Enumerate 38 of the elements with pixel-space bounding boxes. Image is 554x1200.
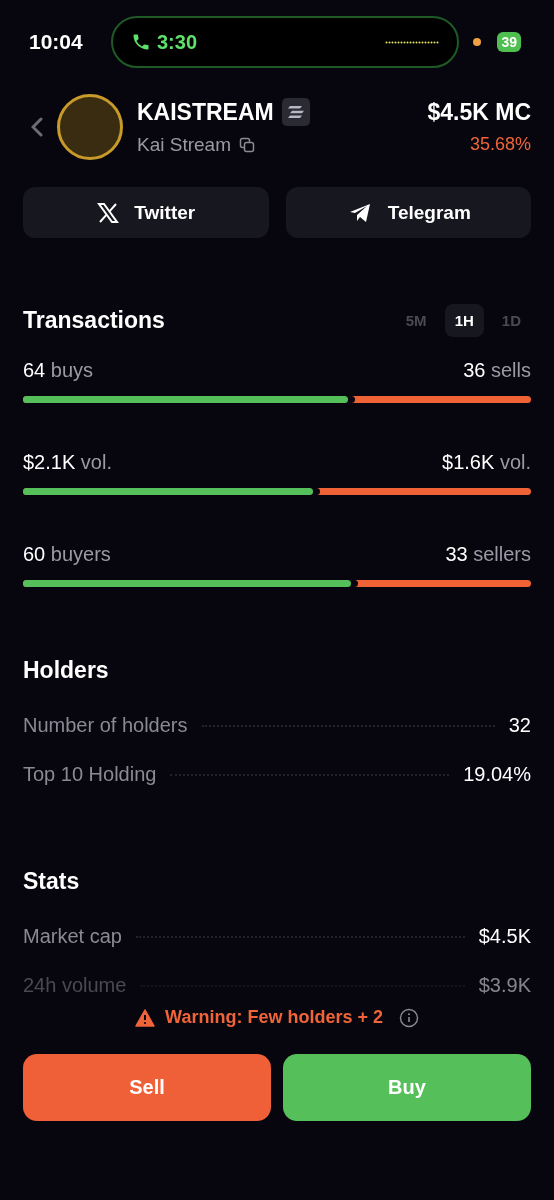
period-tab[interactable]: 1H [444,304,484,337]
call-duration: 3:30 [157,30,198,54]
sell-stat: 33 sellers [445,543,531,566]
stat-value: $4.5K [478,925,531,948]
x-logo-icon [96,200,121,225]
stat-label: 24h volume [23,974,127,997]
section-title: Transactions [23,307,165,334]
price-change: 35.68% [469,134,531,155]
stat-label: Number of holders [23,714,188,737]
battery-level: 39 [497,32,521,52]
telegram-button[interactable]: Telegram [285,187,531,238]
token-symbol: KAISTREAM [137,98,274,126]
back-chevron-icon[interactable] [31,117,43,137]
section-title: Stats [23,868,81,895]
sell-stat: $1.6K vol. [442,451,531,474]
warning-text: Warning: Few holders + 2 [165,1007,383,1028]
market-cap: $4.5K MC [427,99,531,126]
buy-stat: 60 buyers [23,543,111,566]
stat-value: 32 [508,714,531,737]
stat-value: $3.9K [478,974,531,997]
call-pill[interactable]: 3:30 [111,16,460,68]
copy-icon[interactable] [239,137,255,153]
sell-stat: 36 sells [463,359,531,382]
stat-label: Market cap [23,925,122,948]
section-title: Holders [23,657,110,684]
audio-dots-icon [385,40,440,44]
buy-stat: 64 buys [23,359,94,382]
stat-value: 19.04% [463,763,531,786]
chain-logo-icon [281,98,310,126]
twitter-button[interactable]: Twitter [23,187,269,238]
phone-icon [131,32,151,52]
info-icon[interactable] [398,1007,419,1028]
status-time: 10:04 [29,30,84,54]
mic-indicator-icon [473,38,482,46]
token-name: Kai Stream [137,134,231,156]
buy-stat: $2.1K vol. [23,451,112,474]
warning-icon [135,1008,156,1027]
stat-label: Top 10 Holding [23,763,157,786]
